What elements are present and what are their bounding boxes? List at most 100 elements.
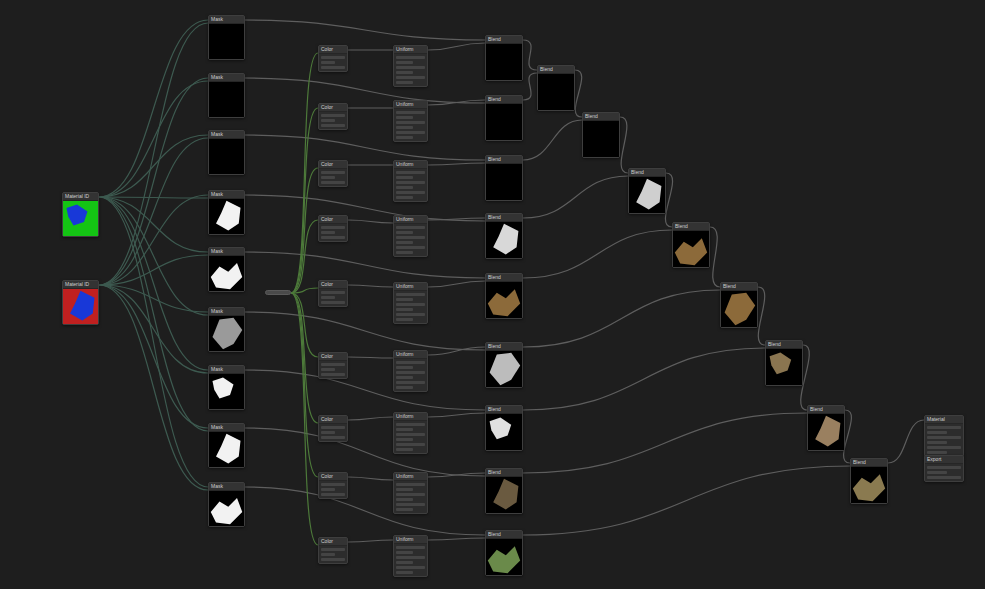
graph-node[interactable]: Blend <box>485 95 523 141</box>
node-field[interactable] <box>321 236 345 239</box>
node-field[interactable] <box>927 441 947 444</box>
graph-node[interactable]: Blend <box>485 405 523 451</box>
graph-node[interactable]: Uniform <box>393 472 428 514</box>
connection[interactable] <box>348 540 393 542</box>
graph-node[interactable]: Blend <box>485 35 523 81</box>
connection[interactable] <box>428 163 485 165</box>
connection[interactable] <box>428 281 485 287</box>
node-field[interactable] <box>396 191 425 194</box>
node-field[interactable] <box>321 119 335 122</box>
node-field[interactable] <box>321 426 345 429</box>
connection[interactable] <box>523 120 582 160</box>
graph-node[interactable]: Mask <box>208 15 245 60</box>
connection[interactable] <box>523 73 537 100</box>
node-field[interactable] <box>396 251 413 254</box>
node-field[interactable] <box>396 488 413 491</box>
node-field[interactable] <box>396 503 425 506</box>
node-field[interactable] <box>396 556 425 559</box>
graph-node[interactable]: Uniform <box>393 282 428 324</box>
graph-node[interactable]: Blend <box>485 530 523 576</box>
connection[interactable] <box>348 477 393 480</box>
graph-node[interactable]: Material <box>924 415 964 457</box>
node-field[interactable] <box>396 428 413 431</box>
connection[interactable] <box>428 413 485 417</box>
connection[interactable] <box>99 20 208 197</box>
connection[interactable] <box>245 428 485 476</box>
node-field[interactable] <box>321 488 335 491</box>
graph-node[interactable]: Color <box>318 472 348 499</box>
node-field[interactable] <box>321 171 345 174</box>
node-field[interactable] <box>396 241 413 244</box>
connection[interactable] <box>348 49 393 50</box>
node-field[interactable] <box>321 436 345 439</box>
node-field[interactable] <box>396 571 413 574</box>
node-field[interactable] <box>927 426 961 429</box>
connection[interactable] <box>99 197 208 315</box>
graph-node[interactable]: Blend <box>485 342 523 388</box>
connection[interactable] <box>245 78 485 103</box>
node-field[interactable] <box>396 121 425 124</box>
graph-node[interactable]: Color <box>318 537 348 564</box>
node-field[interactable] <box>396 298 413 301</box>
node-field[interactable] <box>321 61 335 64</box>
node-field[interactable] <box>321 296 335 299</box>
connection[interactable] <box>99 255 208 285</box>
node-field[interactable] <box>396 231 413 234</box>
node-field[interactable] <box>396 61 413 64</box>
connection[interactable] <box>291 220 318 293</box>
connection[interactable] <box>245 195 485 221</box>
graph-node[interactable]: Uniform <box>393 45 428 87</box>
graph-node[interactable]: Uniform <box>393 160 428 202</box>
node-field[interactable] <box>321 363 345 366</box>
node-field[interactable] <box>396 386 413 389</box>
graph-node[interactable]: Mask <box>208 73 245 118</box>
node-field[interactable] <box>396 318 413 321</box>
node-field[interactable] <box>321 553 335 556</box>
connection[interactable] <box>428 347 485 355</box>
node-field[interactable] <box>321 176 335 179</box>
node-field[interactable] <box>321 124 345 127</box>
connection[interactable] <box>291 293 318 477</box>
node-field[interactable] <box>396 186 413 189</box>
node-field[interactable] <box>396 483 425 486</box>
node-field[interactable] <box>396 381 425 384</box>
node-field[interactable] <box>396 313 425 316</box>
connection[interactable] <box>291 168 318 293</box>
node-field[interactable] <box>396 376 413 379</box>
graph-node[interactable]: Mask <box>208 190 245 235</box>
graph-node[interactable]: Material ID <box>62 280 99 325</box>
node-field[interactable] <box>927 471 947 474</box>
node-field[interactable] <box>396 303 425 306</box>
node-field[interactable] <box>396 361 425 364</box>
connection[interactable] <box>99 138 208 285</box>
node-field[interactable] <box>321 181 345 184</box>
graph-node[interactable]: Blend <box>485 155 523 201</box>
connection[interactable] <box>428 100 485 105</box>
graph-node[interactable]: Uniform <box>393 350 428 392</box>
connection[interactable] <box>99 195 208 285</box>
connection[interactable] <box>888 420 924 463</box>
connection[interactable] <box>523 40 537 70</box>
node-field[interactable] <box>321 483 345 486</box>
node-field[interactable] <box>321 493 345 496</box>
graph-node[interactable]: Uniform <box>393 535 428 577</box>
graph-node[interactable]: Material ID <box>62 192 99 237</box>
node-field[interactable] <box>396 308 413 311</box>
connection[interactable] <box>428 473 485 477</box>
node-field[interactable] <box>396 551 413 554</box>
connection[interactable] <box>348 417 393 420</box>
node-field[interactable] <box>321 226 345 229</box>
node-field[interactable] <box>396 226 425 229</box>
node-field[interactable] <box>927 451 947 454</box>
connection[interactable] <box>348 164 393 165</box>
node-field[interactable] <box>396 176 413 179</box>
graph-node[interactable]: Color <box>318 45 348 72</box>
connection[interactable] <box>245 487 485 535</box>
connection[interactable] <box>291 288 318 293</box>
connection[interactable] <box>99 285 208 373</box>
node-field[interactable] <box>396 136 413 139</box>
node-field[interactable] <box>396 181 425 184</box>
graph-node[interactable]: Export <box>924 455 964 482</box>
connection[interactable] <box>348 357 393 358</box>
node-field[interactable] <box>396 546 425 549</box>
